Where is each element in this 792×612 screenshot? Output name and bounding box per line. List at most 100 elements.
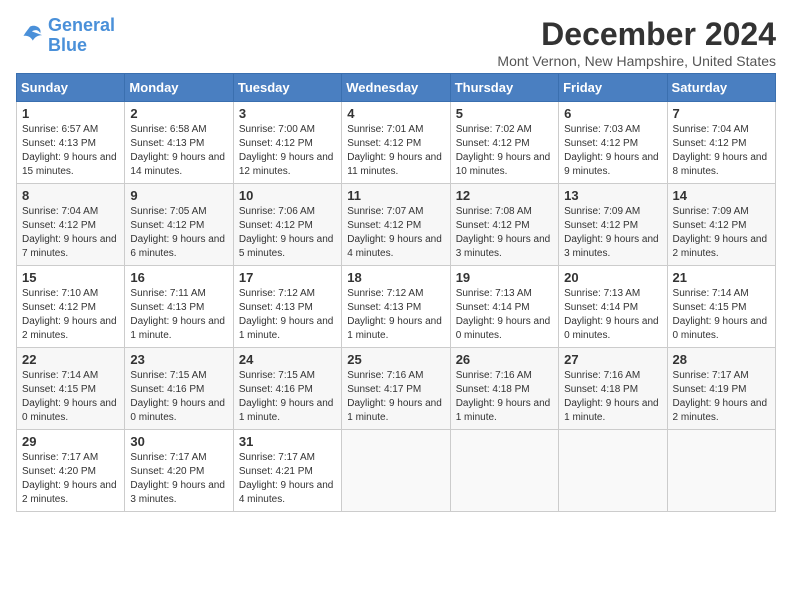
day-number: 24 (239, 352, 336, 367)
location: Mont Vernon, New Hampshire, United State… (497, 53, 776, 69)
day-info: Sunrise: 7:16 AM Sunset: 4:18 PM Dayligh… (564, 369, 661, 425)
day-cell: 29 Sunrise: 7:17 AM Sunset: 4:20 PM Dayl… (17, 430, 125, 512)
day-info: Sunrise: 7:03 AM Sunset: 4:12 PM Dayligh… (564, 123, 661, 179)
day-cell: 8 Sunrise: 7:04 AM Sunset: 4:12 PM Dayli… (17, 184, 125, 266)
day-number: 28 (673, 352, 770, 367)
day-cell: 14 Sunrise: 7:09 AM Sunset: 4:12 PM Dayl… (667, 184, 775, 266)
day-info: Sunrise: 7:09 AM Sunset: 4:12 PM Dayligh… (564, 205, 661, 261)
day-info: Sunrise: 7:16 AM Sunset: 4:17 PM Dayligh… (347, 369, 444, 425)
day-number: 10 (239, 188, 336, 203)
day-cell (342, 430, 450, 512)
day-number: 27 (564, 352, 661, 367)
day-number: 14 (673, 188, 770, 203)
logo: General Blue (16, 16, 115, 56)
day-info: Sunrise: 7:04 AM Sunset: 4:12 PM Dayligh… (673, 123, 770, 179)
day-number: 4 (347, 106, 444, 121)
day-number: 9 (130, 188, 227, 203)
day-number: 7 (673, 106, 770, 121)
day-info: Sunrise: 6:57 AM Sunset: 4:13 PM Dayligh… (22, 123, 119, 179)
day-number: 30 (130, 434, 227, 449)
day-info: Sunrise: 7:06 AM Sunset: 4:12 PM Dayligh… (239, 205, 336, 261)
day-number: 20 (564, 270, 661, 285)
week-row-3: 15 Sunrise: 7:10 AM Sunset: 4:12 PM Dayl… (17, 266, 776, 348)
day-cell: 9 Sunrise: 7:05 AM Sunset: 4:12 PM Dayli… (125, 184, 233, 266)
day-info: Sunrise: 7:11 AM Sunset: 4:13 PM Dayligh… (130, 287, 227, 343)
day-number: 5 (456, 106, 553, 121)
day-number: 21 (673, 270, 770, 285)
day-cell: 31 Sunrise: 7:17 AM Sunset: 4:21 PM Dayl… (233, 430, 341, 512)
day-info: Sunrise: 7:15 AM Sunset: 4:16 PM Dayligh… (130, 369, 227, 425)
day-cell: 21 Sunrise: 7:14 AM Sunset: 4:15 PM Dayl… (667, 266, 775, 348)
day-info: Sunrise: 7:12 AM Sunset: 4:13 PM Dayligh… (347, 287, 444, 343)
day-cell: 10 Sunrise: 7:06 AM Sunset: 4:12 PM Dayl… (233, 184, 341, 266)
day-header-wednesday: Wednesday (342, 74, 450, 102)
day-number: 29 (22, 434, 119, 449)
day-cell: 20 Sunrise: 7:13 AM Sunset: 4:14 PM Dayl… (559, 266, 667, 348)
day-cell: 27 Sunrise: 7:16 AM Sunset: 4:18 PM Dayl… (559, 348, 667, 430)
day-info: Sunrise: 7:13 AM Sunset: 4:14 PM Dayligh… (456, 287, 553, 343)
day-number: 18 (347, 270, 444, 285)
day-cell (559, 430, 667, 512)
day-number: 15 (22, 270, 119, 285)
day-info: Sunrise: 7:09 AM Sunset: 4:12 PM Dayligh… (673, 205, 770, 261)
day-number: 3 (239, 106, 336, 121)
day-info: Sunrise: 7:15 AM Sunset: 4:16 PM Dayligh… (239, 369, 336, 425)
day-number: 6 (564, 106, 661, 121)
day-info: Sunrise: 7:00 AM Sunset: 4:12 PM Dayligh… (239, 123, 336, 179)
week-row-1: 1 Sunrise: 6:57 AM Sunset: 4:13 PM Dayli… (17, 102, 776, 184)
day-info: Sunrise: 7:02 AM Sunset: 4:12 PM Dayligh… (456, 123, 553, 179)
day-number: 31 (239, 434, 336, 449)
day-info: Sunrise: 7:08 AM Sunset: 4:12 PM Dayligh… (456, 205, 553, 261)
day-cell: 5 Sunrise: 7:02 AM Sunset: 4:12 PM Dayli… (450, 102, 558, 184)
day-number: 17 (239, 270, 336, 285)
day-info: Sunrise: 7:12 AM Sunset: 4:13 PM Dayligh… (239, 287, 336, 343)
day-cell: 30 Sunrise: 7:17 AM Sunset: 4:20 PM Dayl… (125, 430, 233, 512)
day-header-thursday: Thursday (450, 74, 558, 102)
day-info: Sunrise: 7:16 AM Sunset: 4:18 PM Dayligh… (456, 369, 553, 425)
day-cell: 6 Sunrise: 7:03 AM Sunset: 4:12 PM Dayli… (559, 102, 667, 184)
day-cell: 25 Sunrise: 7:16 AM Sunset: 4:17 PM Dayl… (342, 348, 450, 430)
header-row: SundayMondayTuesdayWednesdayThursdayFrid… (17, 74, 776, 102)
day-cell: 28 Sunrise: 7:17 AM Sunset: 4:19 PM Dayl… (667, 348, 775, 430)
day-info: Sunrise: 7:01 AM Sunset: 4:12 PM Dayligh… (347, 123, 444, 179)
day-cell: 4 Sunrise: 7:01 AM Sunset: 4:12 PM Dayli… (342, 102, 450, 184)
day-info: Sunrise: 7:07 AM Sunset: 4:12 PM Dayligh… (347, 205, 444, 261)
day-header-monday: Monday (125, 74, 233, 102)
header: General Blue December 2024 Mont Vernon, … (16, 16, 776, 69)
logo-text: General Blue (48, 16, 115, 56)
day-cell: 3 Sunrise: 7:00 AM Sunset: 4:12 PM Dayli… (233, 102, 341, 184)
day-info: Sunrise: 7:17 AM Sunset: 4:21 PM Dayligh… (239, 451, 336, 507)
day-number: 19 (456, 270, 553, 285)
day-number: 2 (130, 106, 227, 121)
day-cell: 16 Sunrise: 7:11 AM Sunset: 4:13 PM Dayl… (125, 266, 233, 348)
day-info: Sunrise: 7:04 AM Sunset: 4:12 PM Dayligh… (22, 205, 119, 261)
day-cell: 15 Sunrise: 7:10 AM Sunset: 4:12 PM Dayl… (17, 266, 125, 348)
day-cell: 19 Sunrise: 7:13 AM Sunset: 4:14 PM Dayl… (450, 266, 558, 348)
week-row-2: 8 Sunrise: 7:04 AM Sunset: 4:12 PM Dayli… (17, 184, 776, 266)
calendar-table: SundayMondayTuesdayWednesdayThursdayFrid… (16, 73, 776, 512)
day-cell: 2 Sunrise: 6:58 AM Sunset: 4:13 PM Dayli… (125, 102, 233, 184)
day-cell: 1 Sunrise: 6:57 AM Sunset: 4:13 PM Dayli… (17, 102, 125, 184)
day-number: 25 (347, 352, 444, 367)
day-cell: 7 Sunrise: 7:04 AM Sunset: 4:12 PM Dayli… (667, 102, 775, 184)
week-row-4: 22 Sunrise: 7:14 AM Sunset: 4:15 PM Dayl… (17, 348, 776, 430)
day-cell: 22 Sunrise: 7:14 AM Sunset: 4:15 PM Dayl… (17, 348, 125, 430)
day-cell (450, 430, 558, 512)
day-cell: 26 Sunrise: 7:16 AM Sunset: 4:18 PM Dayl… (450, 348, 558, 430)
day-info: Sunrise: 7:10 AM Sunset: 4:12 PM Dayligh… (22, 287, 119, 343)
day-info: Sunrise: 7:17 AM Sunset: 4:19 PM Dayligh… (673, 369, 770, 425)
day-info: Sunrise: 6:58 AM Sunset: 4:13 PM Dayligh… (130, 123, 227, 179)
day-info: Sunrise: 7:13 AM Sunset: 4:14 PM Dayligh… (564, 287, 661, 343)
week-row-5: 29 Sunrise: 7:17 AM Sunset: 4:20 PM Dayl… (17, 430, 776, 512)
day-number: 12 (456, 188, 553, 203)
day-info: Sunrise: 7:14 AM Sunset: 4:15 PM Dayligh… (22, 369, 119, 425)
day-header-tuesday: Tuesday (233, 74, 341, 102)
day-info: Sunrise: 7:17 AM Sunset: 4:20 PM Dayligh… (130, 451, 227, 507)
title-area: December 2024 Mont Vernon, New Hampshire… (497, 16, 776, 69)
day-cell: 23 Sunrise: 7:15 AM Sunset: 4:16 PM Dayl… (125, 348, 233, 430)
day-number: 11 (347, 188, 444, 203)
day-cell: 12 Sunrise: 7:08 AM Sunset: 4:12 PM Dayl… (450, 184, 558, 266)
day-number: 13 (564, 188, 661, 203)
day-header-saturday: Saturday (667, 74, 775, 102)
day-cell (667, 430, 775, 512)
